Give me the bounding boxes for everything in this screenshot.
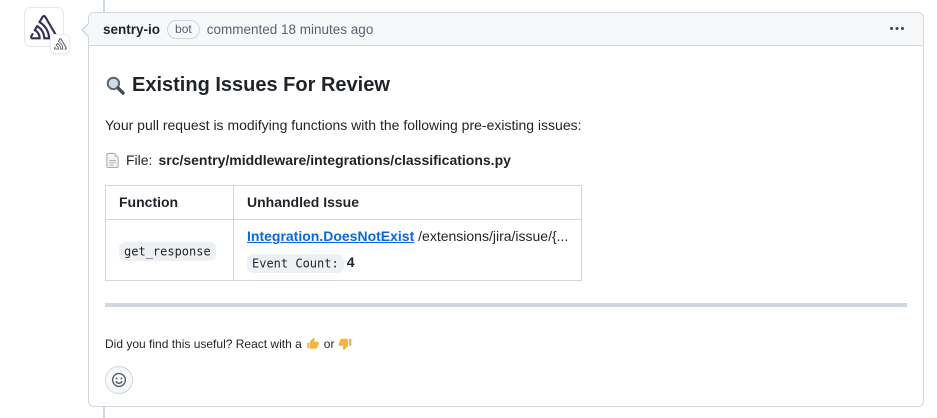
smiley-icon xyxy=(111,372,127,388)
issue-cell: Integration.DoesNotExist /extensions/jir… xyxy=(234,220,582,281)
issues-table: Function Unhandled Issue get_response In… xyxy=(105,185,582,281)
feedback-prompt: Did you find this useful? React with a o… xyxy=(105,337,907,351)
kebab-horizontal-icon xyxy=(889,21,905,37)
bot-badge: bot xyxy=(167,20,200,39)
col-header-issue: Unhandled Issue xyxy=(234,186,582,220)
col-header-function: Function xyxy=(106,186,234,220)
page: sentry-io bot commented 18 minutes ago E… xyxy=(0,0,937,418)
avatar-app-badge xyxy=(50,34,70,54)
section-title: Existing Issues For Review xyxy=(105,74,907,97)
table-header-row: Function Unhandled Issue xyxy=(106,186,582,220)
commented-label: commented xyxy=(207,22,278,37)
table-row: get_response Integration.DoesNotExist /e… xyxy=(106,220,582,281)
page-icon xyxy=(105,152,120,168)
section-title-text: Existing Issues For Review xyxy=(132,74,390,97)
timestamp-link[interactable]: commented 18 minutes ago xyxy=(207,22,374,37)
function-cell: get_response xyxy=(106,220,234,281)
sentry-logo-small-icon xyxy=(54,38,67,50)
file-label: File: xyxy=(126,152,152,168)
feedback-separator: or xyxy=(324,337,335,351)
thumbs-up-icon xyxy=(306,337,320,351)
comment-header: sentry-io bot commented 18 minutes ago xyxy=(89,13,923,46)
feedback-text: Did you find this useful? React with a xyxy=(105,337,302,351)
function-name-code: get_response xyxy=(119,242,216,261)
event-count-value: 4 xyxy=(347,254,355,270)
author-link[interactable]: sentry-io xyxy=(103,22,160,37)
thumbs-down-icon xyxy=(338,337,352,351)
file-path: src/sentry/middleware/integrations/class… xyxy=(158,152,510,168)
issue-context: /extensions/jira/issue/{... xyxy=(418,228,568,244)
intro-text: Your pull request is modifying functions… xyxy=(105,115,907,135)
timestamp: 18 minutes ago xyxy=(281,22,373,37)
event-count-label: Event Count: xyxy=(247,254,344,273)
magnifying-glass-icon xyxy=(105,75,126,96)
comment-options-button[interactable] xyxy=(885,19,909,39)
file-line: File: src/sentry/middleware/integrations… xyxy=(105,152,907,168)
add-reaction-button[interactable] xyxy=(105,366,133,394)
avatar[interactable] xyxy=(24,7,64,47)
divider xyxy=(105,303,907,307)
comment-card: sentry-io bot commented 18 minutes ago E… xyxy=(88,12,924,407)
comment-body: Existing Issues For Review Your pull req… xyxy=(89,46,923,410)
issue-link[interactable]: Integration.DoesNotExist xyxy=(247,228,414,244)
